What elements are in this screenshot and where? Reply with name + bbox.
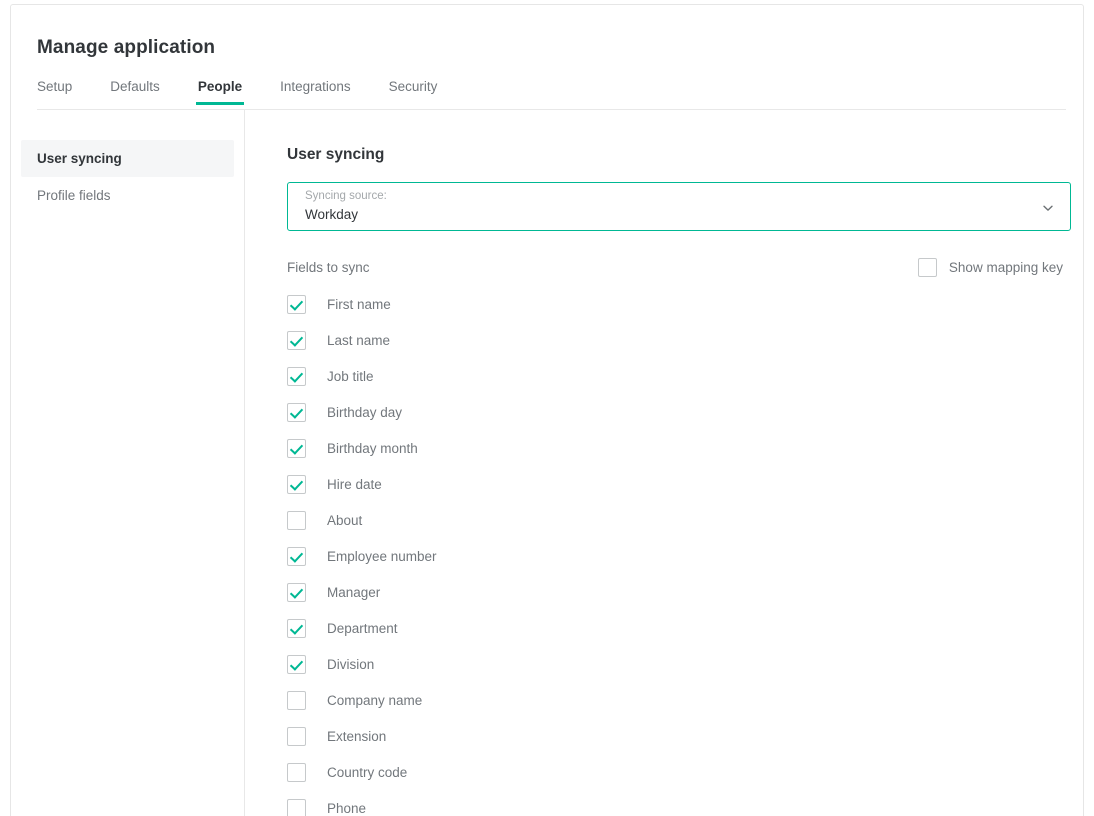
fields-to-sync-label: Fields to sync bbox=[287, 260, 370, 275]
sidebar-item-profile-fields[interactable]: Profile fields bbox=[21, 177, 234, 214]
field-checkbox-extension[interactable] bbox=[287, 726, 306, 746]
field-label: Phone bbox=[327, 800, 367, 816]
field-label: Company name bbox=[327, 692, 423, 708]
field-row[interactable]: Phone bbox=[287, 790, 1083, 816]
chevron-down-icon bbox=[1042, 201, 1054, 213]
field-checkbox-division[interactable] bbox=[287, 654, 306, 674]
tab-integrations[interactable]: Integrations bbox=[280, 79, 351, 105]
sidebar-item-user-syncing[interactable]: User syncing bbox=[21, 140, 234, 177]
field-checkbox-country-code[interactable] bbox=[287, 762, 306, 782]
field-row[interactable]: Division bbox=[287, 646, 1083, 682]
section-title: User syncing bbox=[287, 146, 385, 163]
field-checkbox-about[interactable] bbox=[287, 510, 306, 530]
field-checkbox-company-name[interactable] bbox=[287, 690, 306, 710]
field-row[interactable]: First name bbox=[287, 286, 1083, 322]
field-row[interactable]: Department bbox=[287, 610, 1083, 646]
sidebar-nav: User syncing Profile fields bbox=[11, 110, 245, 816]
field-label: About bbox=[327, 512, 363, 528]
field-label: Department bbox=[327, 620, 398, 636]
field-row[interactable]: About bbox=[287, 502, 1083, 538]
fields-to-sync-list: First name Last name Job title Birthday day… bbox=[287, 286, 1083, 816]
field-row[interactable]: Birthday month bbox=[287, 430, 1083, 466]
show-mapping-key-checkbox[interactable] bbox=[917, 258, 937, 277]
field-label: First name bbox=[327, 296, 391, 312]
show-mapping-key-label: Show mapping key bbox=[948, 260, 1063, 275]
tab-bar: Setup Defaults People Integrations Security bbox=[37, 79, 1066, 110]
field-label: Employee number bbox=[327, 548, 437, 564]
field-label: Job title bbox=[327, 368, 374, 384]
field-row[interactable]: Birthday day bbox=[287, 394, 1083, 430]
content-panel: User syncing Syncing source: Workday Fie… bbox=[246, 110, 1083, 816]
field-checkbox-employee-number[interactable] bbox=[287, 546, 306, 566]
page-body: User syncing Profile fields User syncing … bbox=[11, 110, 1083, 816]
field-label: Hire date bbox=[327, 476, 382, 492]
field-checkbox-first-name[interactable] bbox=[287, 294, 306, 314]
manage-application-card: Manage application Setup Defaults People In… bbox=[10, 4, 1084, 816]
field-row[interactable]: Company name bbox=[287, 682, 1083, 718]
syncing-source-select[interactable]: Syncing source: Workday bbox=[287, 182, 1071, 231]
show-mapping-key-toggle[interactable]: Show mapping key bbox=[917, 258, 1063, 277]
field-label: Division bbox=[327, 656, 375, 672]
field-label: Extension bbox=[327, 728, 387, 744]
tab-setup[interactable]: Setup bbox=[37, 79, 72, 105]
field-checkbox-department[interactable] bbox=[287, 618, 306, 638]
tab-security[interactable]: Security bbox=[389, 79, 438, 105]
tab-defaults[interactable]: Defaults bbox=[110, 79, 160, 105]
field-checkbox-birthday-month[interactable] bbox=[287, 438, 306, 458]
field-checkbox-job-title[interactable] bbox=[287, 366, 306, 386]
field-row[interactable]: Extension bbox=[287, 718, 1083, 754]
field-checkbox-manager[interactable] bbox=[287, 582, 306, 602]
field-row[interactable]: Last name bbox=[287, 322, 1083, 358]
field-row[interactable]: Manager bbox=[287, 574, 1083, 610]
field-row[interactable]: Job title bbox=[287, 358, 1083, 394]
field-label: Last name bbox=[327, 332, 391, 348]
field-row[interactable]: Country code bbox=[287, 754, 1083, 790]
field-label: Manager bbox=[327, 584, 381, 600]
syncing-source-label: Syncing source: bbox=[305, 190, 387, 202]
field-row[interactable]: Hire date bbox=[287, 466, 1083, 502]
field-label: Country code bbox=[327, 764, 408, 780]
field-checkbox-hire-date[interactable] bbox=[287, 474, 306, 494]
page-title: Manage application bbox=[37, 37, 216, 58]
field-row[interactable]: Employee number bbox=[287, 538, 1083, 574]
field-label: Birthday month bbox=[327, 440, 418, 456]
field-checkbox-phone[interactable] bbox=[287, 798, 306, 816]
syncing-source-value: Workday bbox=[305, 207, 359, 222]
field-label: Birthday day bbox=[327, 404, 403, 420]
field-checkbox-last-name[interactable] bbox=[287, 330, 306, 350]
field-checkbox-birthday-day[interactable] bbox=[287, 402, 306, 422]
tab-people[interactable]: People bbox=[195, 79, 245, 105]
